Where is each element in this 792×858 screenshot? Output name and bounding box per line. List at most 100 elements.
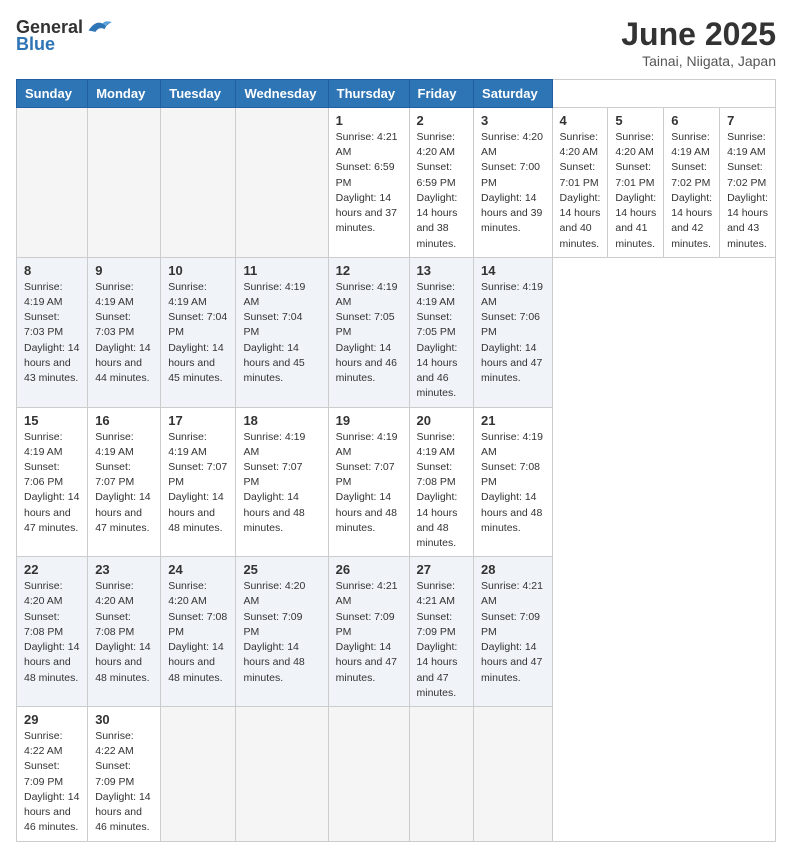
day-cell-18: 18 Sunrise: 4:19 AMSunset: 7:07 PMDayligh… [236,407,328,557]
week-row-1: 1Sunrise: 4:21 AMSunset: 6:59 PMDaylight… [17,108,776,258]
day-number: 29 [24,712,80,727]
page-header: General Blue June 2025 Tainai, Niigata, … [16,16,776,69]
location-subtitle: Tainai, Niigata, Japan [621,53,776,69]
day-info: Sunrise: 4:20 AMSunset: 7:09 PMDaylight:… [243,579,320,686]
day-info: Sunrise: 4:19 AMSunset: 7:08 PMDaylight:… [481,430,544,537]
day-info: Sunrise: 4:22 AMSunset: 7:09 PMDaylight:… [95,729,153,836]
day-cell-16: 16Sunrise: 4:19 AMSunset: 7:07 PMDayligh… [88,407,161,557]
day-cell-1: 1Sunrise: 4:21 AMSunset: 6:59 PMDaylight… [328,108,409,258]
empty-cell [161,108,236,258]
day-number: 9 [95,263,153,278]
calendar-table: SundayMondayTuesdayWednesdayThursdayFrid… [16,79,776,842]
day-info: Sunrise: 4:21 AMSunset: 6:59 PMDaylight:… [336,130,402,237]
day-number: 12 [336,263,402,278]
logo-bird-icon [85,16,113,38]
weekday-header-tuesday: Tuesday [161,80,236,108]
day-cell-4: 4 Sunrise: 4:20 AMSunset: 7:01 PMDaylight… [552,108,608,258]
day-cell-8: 8Sunrise: 4:19 AMSunset: 7:03 PMDaylight… [17,257,88,407]
empty-cell [409,707,474,842]
day-info: Sunrise: 4:19 AMSunset: 7:02 PMDaylight:… [727,130,768,252]
day-info: Sunrise: 4:20 AMSunset: 7:08 PMDaylight:… [24,579,80,686]
day-number: 14 [481,263,544,278]
day-number: 4 [560,113,601,128]
day-info: Sunrise: 4:20 AMSunset: 6:59 PMDaylight:… [417,130,467,252]
empty-cell [17,108,88,258]
day-info: Sunrise: 4:19 AMSunset: 7:05 PMDaylight:… [336,280,402,387]
day-cell-17: 17 Sunrise: 4:19 AMSunset: 7:07 PMDayligh… [161,407,236,557]
day-number: 20 [417,413,467,428]
day-cell-10: 10 Sunrise: 4:19 AMSunset: 7:04 PMDayligh… [161,257,236,407]
empty-cell [236,108,328,258]
weekday-header-saturday: Saturday [474,80,552,108]
week-row-5: 29 Sunrise: 4:22 AMSunset: 7:09 PMDayligh… [17,707,776,842]
day-info: Sunrise: 4:20 AMSunset: 7:00 PMDaylight:… [481,130,544,237]
day-number: 30 [95,712,153,727]
empty-cell [161,707,236,842]
day-number: 28 [481,562,544,577]
day-number: 10 [168,263,228,278]
day-number: 11 [243,263,320,278]
day-info: Sunrise: 4:19 AMSunset: 7:06 PMDaylight:… [24,430,80,537]
day-info: Sunrise: 4:20 AMSunset: 7:08 PMDaylight:… [95,579,153,686]
day-info: Sunrise: 4:19 AMSunset: 7:03 PMDaylight:… [95,280,153,387]
day-number: 26 [336,562,402,577]
day-cell-6: 6 Sunrise: 4:19 AMSunset: 7:02 PMDaylight… [664,108,720,258]
day-info: Sunrise: 4:19 AMSunset: 7:04 PMDaylight:… [168,280,228,387]
day-number: 18 [243,413,320,428]
day-info: Sunrise: 4:19 AMSunset: 7:04 PMDaylight:… [243,280,320,387]
day-number: 16 [95,413,153,428]
day-number: 6 [671,113,712,128]
day-cell-20: 20 Sunrise: 4:19 AMSunset: 7:08 PMDayligh… [409,407,474,557]
day-info: Sunrise: 4:21 AMSunset: 7:09 PMDaylight:… [417,579,467,701]
day-info: Sunrise: 4:22 AMSunset: 7:09 PMDaylight:… [24,729,80,836]
day-info: Sunrise: 4:21 AMSunset: 7:09 PMDaylight:… [481,579,544,686]
day-info: Sunrise: 4:19 AMSunset: 7:05 PMDaylight:… [417,280,467,402]
day-number: 25 [243,562,320,577]
empty-cell [474,707,552,842]
month-year-title: June 2025 [621,16,776,53]
day-number: 2 [417,113,467,128]
day-cell-5: 5Sunrise: 4:20 AMSunset: 7:01 PMDaylight… [608,108,664,258]
day-info: Sunrise: 4:21 AMSunset: 7:09 PMDaylight:… [336,579,402,686]
day-cell-11: 11 Sunrise: 4:19 AMSunset: 7:04 PMDayligh… [236,257,328,407]
day-cell-30: 30 Sunrise: 4:22 AMSunset: 7:09 PMDayligh… [88,707,161,842]
day-info: Sunrise: 4:19 AMSunset: 7:07 PMDaylight:… [168,430,228,537]
day-number: 3 [481,113,544,128]
day-cell-14: 14Sunrise: 4:19 AMSunset: 7:06 PMDayligh… [474,257,552,407]
week-row-2: 8 Sunrise: 4:19 AMSunset: 7:03 PMDaylight… [17,257,776,407]
day-number: 17 [168,413,228,428]
weekday-header-wednesday: Wednesday [236,80,328,108]
day-cell-28: 28 Sunrise: 4:21 AMSunset: 7:09 PMDayligh… [474,557,552,707]
weekday-header-sunday: Sunday [17,80,88,108]
day-info: Sunrise: 4:20 AMSunset: 7:01 PMDaylight:… [615,130,656,252]
day-cell-21: 21 Sunrise: 4:19 AMSunset: 7:08 PMDayligh… [474,407,552,557]
day-cell-7: 7 Sunrise: 4:19 AMSunset: 7:02 PMDaylight… [720,108,776,258]
day-number: 21 [481,413,544,428]
day-cell-9: 9 Sunrise: 4:19 AMSunset: 7:03 PMDaylight… [88,257,161,407]
day-cell-25: 25 Sunrise: 4:20 AMSunset: 7:09 PMDayligh… [236,557,328,707]
day-number: 13 [417,263,467,278]
day-info: Sunrise: 4:19 AMSunset: 7:08 PMDaylight:… [417,430,467,552]
day-cell-19: 19 Sunrise: 4:19 AMSunset: 7:07 PMDayligh… [328,407,409,557]
weekday-header-monday: Monday [88,80,161,108]
day-cell-2: 2 Sunrise: 4:20 AMSunset: 6:59 PMDaylight… [409,108,474,258]
day-info: Sunrise: 4:19 AMSunset: 7:07 PMDaylight:… [243,430,320,537]
day-cell-12: 12 Sunrise: 4:19 AMSunset: 7:05 PMDayligh… [328,257,409,407]
day-cell-23: 23 Sunrise: 4:20 AMSunset: 7:08 PMDayligh… [88,557,161,707]
day-number: 8 [24,263,80,278]
day-cell-13: 13 Sunrise: 4:19 AMSunset: 7:05 PMDayligh… [409,257,474,407]
empty-cell [328,707,409,842]
empty-cell [88,108,161,258]
title-area: June 2025 Tainai, Niigata, Japan [621,16,776,69]
day-info: Sunrise: 4:19 AMSunset: 7:02 PMDaylight:… [671,130,712,252]
day-number: 23 [95,562,153,577]
day-number: 7 [727,113,768,128]
logo: General Blue [16,16,113,55]
day-number: 19 [336,413,402,428]
logo-text-blue: Blue [16,34,55,55]
day-info: Sunrise: 4:20 AMSunset: 7:01 PMDaylight:… [560,130,601,252]
day-number: 22 [24,562,80,577]
day-info: Sunrise: 4:19 AMSunset: 7:07 PMDaylight:… [336,430,402,537]
day-cell-24: 24Sunrise: 4:20 AMSunset: 7:08 PMDayligh… [161,557,236,707]
day-number: 27 [417,562,467,577]
